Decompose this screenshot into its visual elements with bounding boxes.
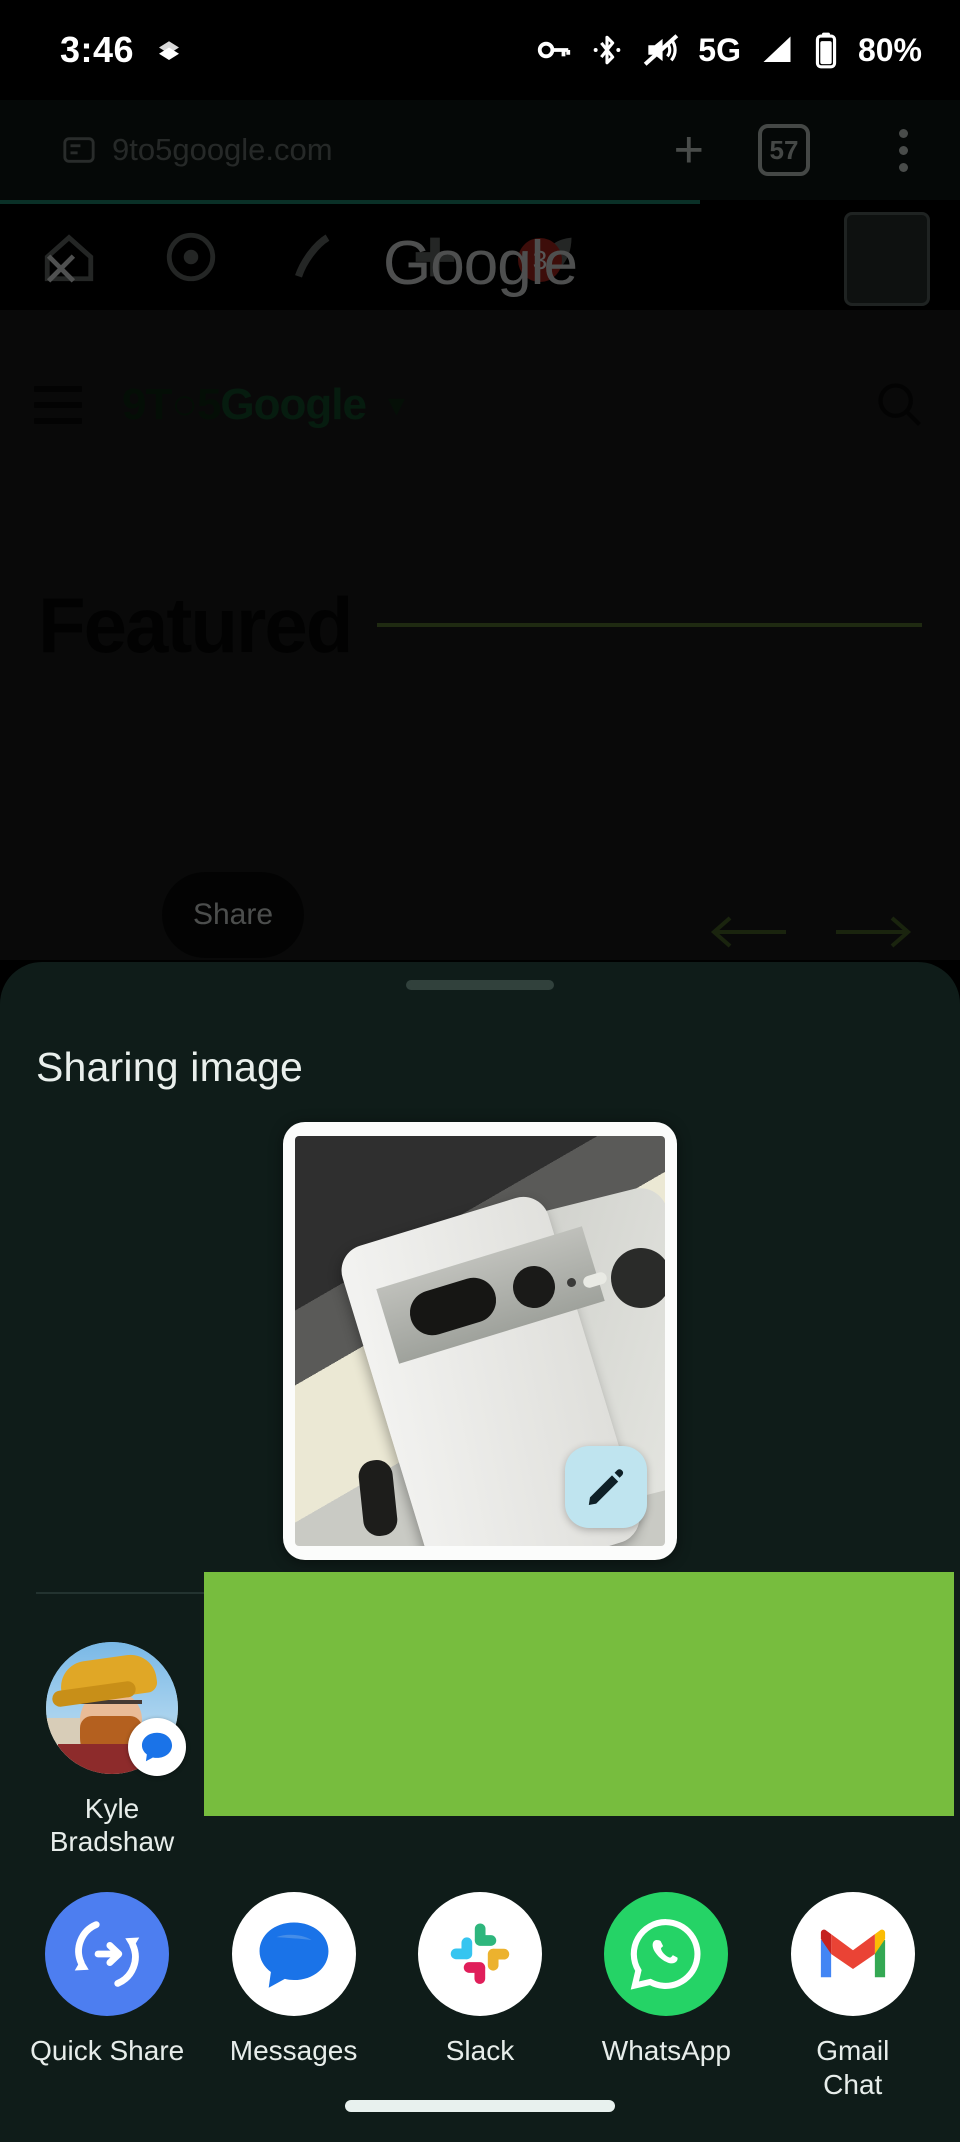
redaction-block: [204, 1572, 954, 1816]
brush-icon[interactable]: [284, 228, 342, 286]
preview-background-object: [357, 1458, 399, 1538]
website-content: 9T○5Google ▾ Featured Share: [0, 310, 960, 960]
avatar-wrapper: [46, 1642, 186, 1776]
phone-screen: 9to5google.com + 57 3 Google ✕ 9T○5Googl…: [0, 0, 960, 2142]
page-title: Featured: [38, 580, 353, 669]
overflow-menu-icon[interactable]: [899, 128, 908, 172]
app-target-gmail-chat[interactable]: Gmail Chat: [767, 1892, 939, 2122]
whatsapp-icon: [604, 1892, 729, 2016]
address-bar-url[interactable]: 9to5google.com: [112, 132, 333, 168]
app-target-row: Quick Share Messages Slack WhatsApp Gmai…: [0, 1892, 960, 2122]
quick-share-icon: [45, 1892, 170, 2016]
bluetooth-icon: [590, 31, 624, 69]
app-target-whatsapp[interactable]: WhatsApp: [580, 1892, 752, 2122]
app-target-quick-share[interactable]: Quick Share: [21, 1892, 193, 2122]
status-bar-right: 5G 80%: [535, 31, 922, 69]
hamburger-icon[interactable]: [34, 386, 82, 424]
app-label: Slack: [445, 2035, 515, 2066]
arrow-left-icon[interactable]: [710, 910, 790, 954]
site-logo[interactable]: 9T○5Google: [122, 380, 367, 430]
shared-image-thumbnail: [295, 1136, 665, 1546]
site-header: 9T○5Google ▾: [0, 355, 960, 455]
battery-icon: [813, 31, 839, 69]
app-label: WhatsApp: [601, 2035, 731, 2066]
pencil-icon: [588, 1469, 624, 1505]
vpn-key-icon: [535, 31, 573, 69]
messages-icon: [128, 1718, 186, 1776]
featured-section-header: Featured: [0, 560, 960, 690]
clock: 3:46: [60, 29, 135, 70]
title-rule: [377, 623, 922, 627]
share-sheet: Sharing image Kyle Bradshaw Quick Share …: [0, 962, 960, 2142]
volume-off-icon: [641, 31, 681, 69]
chevron-down-icon[interactable]: ▾: [388, 385, 405, 425]
carousel-nav: [710, 910, 912, 954]
close-icon[interactable]: ✕: [38, 247, 84, 295]
page-thumbnail[interactable]: [844, 212, 930, 306]
page-info-icon[interactable]: [62, 133, 96, 167]
search-icon[interactable]: [874, 379, 926, 431]
site-logo-part2: 5: [196, 380, 222, 429]
app-label-line1: Gmail: [816, 2035, 890, 2066]
chrome-omnibox-bar: 9to5google.com + 57: [0, 100, 960, 200]
home-gesture-bar[interactable]: [345, 2100, 615, 2112]
direct-share-target[interactable]: Kyle Bradshaw: [22, 1634, 202, 1858]
slack-icon: [417, 1892, 542, 2016]
google-wordmark: Google: [383, 229, 578, 298]
app-label: Quick Share: [30, 2035, 185, 2066]
dashboard-icon[interactable]: [162, 228, 220, 286]
new-tab-button[interactable]: +: [674, 124, 704, 176]
background-browser: 9to5google.com + 57 3 Google ✕ 9T○5Googl…: [0, 100, 960, 960]
share-sheet-title: Sharing image: [36, 1044, 303, 1090]
layers-icon: [159, 41, 180, 60]
app-label: Gmail Chat: [816, 2034, 889, 2101]
status-bar-left: 3:46: [60, 29, 184, 71]
drag-handle[interactable]: [406, 980, 554, 990]
site-logo-part3: Google: [220, 380, 367, 429]
status-bar: 3:46 5G 80%: [0, 0, 960, 100]
app-label-line2: Chat: [823, 2068, 883, 2100]
edit-image-button[interactable]: [565, 1446, 647, 1528]
app-target-messages[interactable]: Messages: [208, 1892, 380, 2122]
app-target-slack[interactable]: Slack: [394, 1892, 566, 2122]
gmail-icon: [790, 1892, 915, 2016]
image-preview-card[interactable]: [283, 1122, 677, 1560]
arrow-right-icon[interactable]: [832, 910, 912, 954]
site-logo-part1: 9T: [122, 380, 172, 429]
share-tooltip: Share: [162, 872, 304, 958]
network-type-label: 5G: [698, 31, 741, 68]
app-label: Messages: [229, 2035, 358, 2066]
site-logo-clock: ○: [171, 380, 198, 429]
direct-share-name: Kyle Bradshaw: [49, 1793, 175, 1858]
battery-percentage: 80%: [857, 31, 922, 68]
tab-switcher-button[interactable]: 57: [758, 124, 810, 176]
messages-icon: [231, 1892, 356, 2016]
signal-bars-icon: [758, 32, 796, 68]
